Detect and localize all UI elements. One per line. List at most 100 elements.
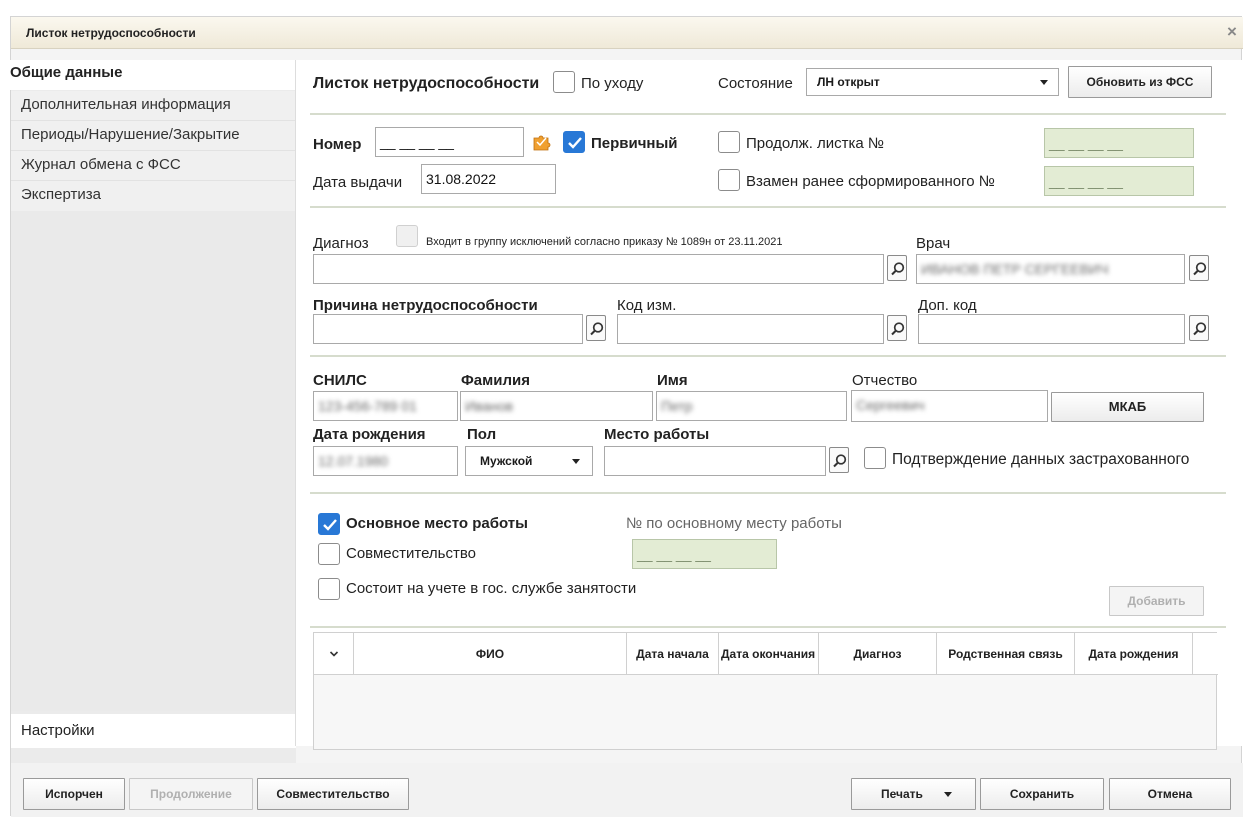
snils-label: СНИЛС	[313, 372, 367, 389]
sidebar-item-expertise[interactable]: Экспертиза	[11, 181, 296, 211]
doctor-input[interactable]: ИВАНОВ ПЕТР СЕРГЕЕВИЧ	[916, 254, 1185, 284]
instead-checkbox[interactable]	[718, 169, 740, 191]
employment-service-label: Состоит на учете в гос. службе занятости	[346, 580, 637, 597]
instead-label: Взамен ранее сформированного №	[746, 173, 995, 190]
main-work-label: Основное место работы	[346, 515, 528, 532]
sidebar-filler	[11, 211, 296, 711]
patronymic-label: Отчество	[852, 372, 918, 389]
number-input[interactable]: __ __ __ __	[375, 127, 524, 157]
change-code-label: Код изм.	[617, 297, 677, 314]
confirm-insured-label: Подтверждение данных застрахованного	[892, 451, 1190, 468]
continuation-label: Продолж. листка №	[746, 135, 885, 152]
care-label: По уходу	[581, 75, 644, 92]
state-select[interactable]: ЛН открыт	[806, 68, 1059, 96]
title-bar: Листок нетрудоспособности ×	[11, 17, 1243, 49]
continuation-button[interactable]: Продолжение	[129, 778, 253, 810]
search-icon	[833, 454, 847, 468]
primary-checkbox[interactable]	[563, 131, 585, 153]
doctor-label: Врач	[916, 235, 951, 252]
divider	[310, 113, 1226, 115]
main-work-checkbox[interactable]	[318, 513, 340, 535]
expand-column-icon[interactable]	[314, 633, 354, 675]
sidebar: Общие данные Дополнительная информация П…	[11, 66, 296, 763]
column-end-date[interactable]: Дата окончания	[719, 633, 819, 675]
combination-button[interactable]: Совместительство	[257, 778, 409, 810]
sidebar-item-general-label[interactable]: Общие данные	[10, 64, 122, 81]
grid-header: ФИО Дата начала Дата окончания Диагноз Р…	[314, 633, 1218, 675]
print-label: Печать	[881, 787, 923, 801]
puzzle-icon[interactable]	[531, 130, 553, 152]
reason-search-button[interactable]	[586, 315, 606, 341]
sidebar-item-settings[interactable]: Настройки	[11, 714, 296, 748]
column-relation[interactable]: Родственная связь	[937, 633, 1075, 675]
reason-input[interactable]	[313, 314, 583, 344]
work-label: Место работы	[604, 426, 710, 443]
name-input[interactable]: Петр	[656, 391, 847, 421]
column-diagnosis[interactable]: Диагноз	[819, 633, 937, 675]
instead-input[interactable]: __ __ __ __	[1044, 166, 1194, 196]
sidebar-item-fss-journal[interactable]: Журнал обмена с ФСС	[11, 151, 296, 181]
add-button[interactable]: Добавить	[1109, 586, 1204, 616]
chevron-down-icon	[944, 792, 952, 797]
continuation-checkbox[interactable]	[718, 131, 740, 153]
number-label: Номер	[313, 136, 362, 153]
search-icon	[590, 322, 604, 336]
search-icon	[1193, 262, 1207, 276]
diagnosis-input[interactable]	[313, 254, 884, 284]
name-label: Имя	[657, 372, 688, 389]
sex-select[interactable]: Мужской	[465, 446, 593, 476]
divider	[310, 355, 1226, 357]
extra-code-search-button[interactable]	[1189, 315, 1209, 341]
snils-input[interactable]: 123-456-789 01	[313, 391, 458, 421]
cancel-button[interactable]: Отмена	[1109, 778, 1231, 810]
close-icon[interactable]: ×	[1223, 22, 1241, 42]
sex-select-value: Мужской	[480, 454, 533, 468]
print-button[interactable]: Печать	[851, 778, 976, 810]
state-label: Состояние	[718, 75, 793, 92]
issue-date-label: Дата выдачи	[313, 174, 403, 191]
birth-date-input[interactable]: 12.07.1980	[313, 446, 458, 476]
doctor-search-button[interactable]	[1189, 255, 1209, 281]
save-button[interactable]: Сохранить	[980, 778, 1104, 810]
search-icon	[891, 262, 905, 276]
surname-input[interactable]: Иванов	[460, 391, 653, 421]
employment-service-checkbox[interactable]	[318, 578, 340, 600]
state-select-value: ЛН открыт	[817, 75, 880, 89]
chevron-down-icon	[329, 651, 338, 657]
change-code-search-button[interactable]	[887, 315, 907, 341]
confirm-insured-checkbox[interactable]	[864, 447, 886, 469]
relatives-grid: ФИО Дата начала Дата окончания Диагноз Р…	[313, 632, 1218, 750]
spoiled-button[interactable]: Испорчен	[23, 778, 125, 810]
continuation-input[interactable]: __ __ __ __	[1044, 128, 1194, 158]
sidebar-item-additional[interactable]: Дополнительная информация	[11, 91, 296, 121]
surname-label: Фамилия	[461, 372, 530, 389]
extra-code-label: Доп. код	[918, 297, 977, 314]
care-checkbox[interactable]	[553, 71, 575, 93]
sidebar-item-periods[interactable]: Периоды/Нарушение/Закрытие	[11, 121, 296, 151]
work-input[interactable]	[604, 446, 826, 476]
sex-label: Пол	[467, 426, 497, 443]
patronymic-input[interactable]: Сергеевич	[851, 390, 1048, 422]
combination-checkbox[interactable]	[318, 543, 340, 565]
extra-code-input[interactable]	[918, 314, 1185, 344]
column-start-date[interactable]: Дата начала	[627, 633, 719, 675]
update-from-fss-button[interactable]: Обновить из ФСС	[1068, 66, 1212, 98]
diagnosis-search-button[interactable]	[887, 255, 907, 281]
change-code-input[interactable]	[617, 314, 884, 344]
mkab-button[interactable]: МКАБ	[1051, 392, 1204, 422]
main-work-number-label: № по основному месту работы	[626, 515, 842, 532]
work-search-button[interactable]	[829, 447, 849, 473]
divider	[310, 492, 1226, 494]
combination-number-input[interactable]: __ __ __ __	[632, 539, 777, 569]
combination-label: Совместительство	[346, 545, 477, 562]
primary-label: Первичный	[591, 135, 678, 152]
chevron-down-icon	[1040, 80, 1048, 85]
issue-date-input[interactable]: 31.08.2022	[421, 164, 556, 194]
exception-checkbox[interactable]	[396, 225, 418, 247]
divider	[310, 626, 1226, 628]
column-fio[interactable]: ФИО	[354, 633, 627, 675]
exception-label: Входит в группу исключений согласно прик…	[426, 236, 783, 248]
birth-date-label: Дата рождения	[313, 426, 426, 443]
check-icon	[323, 519, 337, 531]
column-birth-date[interactable]: Дата рождения	[1075, 633, 1193, 675]
